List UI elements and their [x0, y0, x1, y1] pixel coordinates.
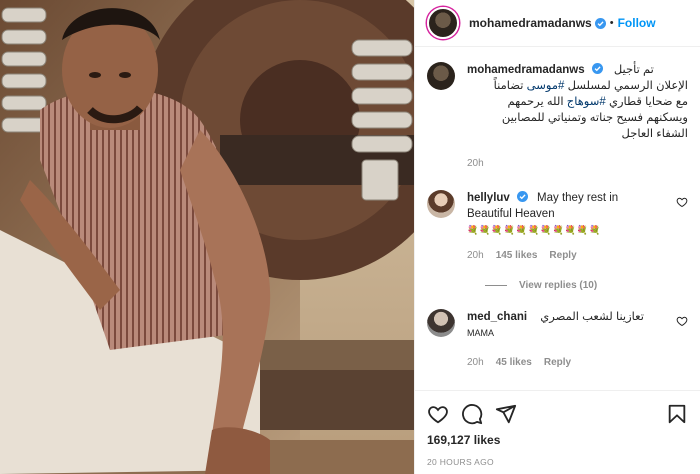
- view-replies-button[interactable]: View replies (10): [485, 280, 688, 291]
- hashtag-link[interactable]: #سوهاج: [567, 96, 606, 108]
- commenter-avatar[interactable]: [427, 190, 455, 218]
- comment-emoji-line: 💐💐💐💐💐💐💐💐💐💐💐: [467, 225, 602, 235]
- comment-username[interactable]: hellyluv: [467, 192, 510, 204]
- comment-like-heart-icon[interactable]: [676, 315, 688, 327]
- caption-line-2-b: تضامناً: [493, 80, 524, 92]
- caption-line-3-b: الله يرحمهم: [507, 96, 564, 108]
- post-sidebar: mohamedramadanws • Follow mohamedramadan…: [414, 0, 700, 474]
- separator-dot: •: [609, 17, 614, 29]
- reply-button[interactable]: Reply: [549, 248, 576, 264]
- comment-like-heart-icon[interactable]: [676, 196, 688, 208]
- comment-likes[interactable]: 145 likes: [496, 248, 538, 264]
- comment-bubble-icon[interactable]: [461, 403, 483, 425]
- caption-username[interactable]: mohamedramadanws: [467, 64, 585, 76]
- comment-text-2: MAMA: [467, 328, 494, 338]
- comment-time[interactable]: 20h: [467, 248, 484, 264]
- post-photo-illustration: [0, 0, 414, 474]
- like-count[interactable]: 169,127 likes: [427, 433, 688, 447]
- comments-list[interactable]: mohamedramadanws تم تأجيل الإعلان الرسمي…: [415, 48, 700, 390]
- verified-badge-icon: [516, 191, 528, 202]
- comment-username[interactable]: med_chani: [467, 311, 527, 323]
- comment-likes[interactable]: 45 likes: [496, 355, 532, 371]
- caption-line-3-a: مع ضحايا قطاري: [608, 96, 688, 108]
- caption-line-2: الإعلان الرسمي لمسلسل #موسى تضامناً: [467, 78, 688, 94]
- post-header: mohamedramadanws • Follow: [415, 0, 700, 47]
- caption-time[interactable]: 20h: [467, 156, 484, 172]
- comment-text-2: Beautiful Heaven: [467, 208, 555, 220]
- hashtag-link[interactable]: #موسى: [527, 80, 565, 92]
- like-heart-icon[interactable]: [427, 403, 449, 425]
- author-username[interactable]: mohamedramadanws: [469, 16, 592, 30]
- view-replies-label: View replies (10): [519, 280, 598, 291]
- reply-button[interactable]: Reply: [544, 355, 571, 371]
- post-actions: 169,127 likes 20 HOURS AGO: [415, 390, 700, 467]
- comment-text: تعازينا لشعب المصري: [540, 311, 644, 323]
- post-timestamp[interactable]: 20 HOURS AGO: [427, 457, 688, 467]
- post-image[interactable]: [0, 0, 414, 474]
- caption: mohamedramadanws تم تأجيل الإعلان الرسمي…: [427, 62, 688, 172]
- commenter-avatar[interactable]: [427, 309, 455, 337]
- share-send-icon[interactable]: [495, 403, 517, 425]
- comment-item: med_chani تعازينا لشعب المصري MAMA 20h 4…: [427, 309, 688, 371]
- caption-author-avatar[interactable]: [427, 62, 455, 90]
- comment-item: hellyluv May they rest in Beautiful Heav…: [427, 190, 688, 264]
- caption-line-3: مع ضحايا قطاري #سوهاج الله يرحمهم: [467, 94, 688, 110]
- verified-badge-icon: [591, 63, 603, 74]
- caption-line-1: تم تأجيل: [613, 64, 654, 76]
- comment-text-1: May they rest in: [537, 192, 619, 204]
- bookmark-save-icon[interactable]: [666, 403, 688, 425]
- caption-line-4: ويسكنهم فسيح جناته وتمنياتي للمصابين: [501, 112, 688, 124]
- caption-line-5: الشفاء العاجل: [621, 128, 688, 140]
- author-avatar[interactable]: [427, 7, 459, 39]
- follow-button[interactable]: Follow: [618, 16, 656, 30]
- comment-time[interactable]: 20h: [467, 355, 484, 371]
- view-replies-line: [485, 285, 507, 286]
- verified-badge-icon: [594, 17, 606, 29]
- caption-line-2-a: الإعلان الرسمي لمسلسل: [567, 80, 688, 92]
